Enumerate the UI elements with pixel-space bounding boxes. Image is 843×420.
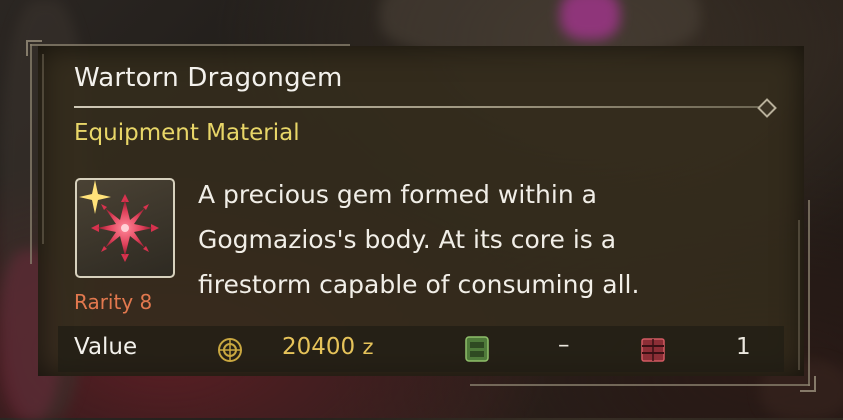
- title-divider: [74, 106, 764, 108]
- item-category: Equipment Material: [74, 120, 300, 146]
- rarity-label: Rarity 8: [74, 290, 153, 314]
- description-line: Gogmazios's body. At its core is a: [198, 225, 617, 254]
- item-description: A precious gem formed within a Gogmazios…: [198, 172, 758, 307]
- description-line: firestorm capable of consuming all.: [198, 270, 640, 299]
- item-price: 20400 z: [282, 334, 374, 360]
- item-name: Wartorn Dragongem: [74, 63, 343, 93]
- crimson-starburst-gem-icon: [79, 180, 159, 262]
- item-icon-frame: [75, 178, 175, 278]
- item-box-icon: [465, 336, 489, 362]
- value-bar: [58, 326, 784, 372]
- description-line: A precious gem formed within a: [198, 180, 597, 209]
- price-unit: z: [362, 335, 374, 359]
- storage-chest-icon: [641, 338, 665, 362]
- chest-count: 1: [736, 334, 751, 360]
- value-label: Value: [74, 334, 138, 360]
- price-amount: 20400: [282, 334, 356, 360]
- item-box-count: –: [558, 332, 570, 358]
- zenny-coin-icon: [218, 338, 242, 362]
